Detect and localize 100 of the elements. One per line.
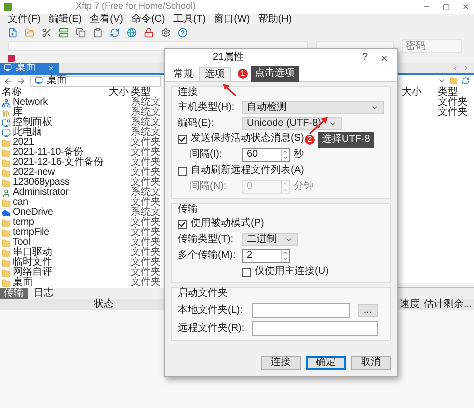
folder-icon [2,258,11,268]
file-name[interactable]: 控制面板 [13,118,52,128]
checkbox-label: 仅使用主连接(U) [255,267,329,277]
file-name[interactable]: 桌面 [13,278,32,288]
file-type: 文件夹 [131,178,162,188]
path-field[interactable]: 桌面 [30,76,161,86]
file-name[interactable]: can [13,198,28,208]
file-type: 系统文 [131,118,162,128]
control-panel-icon [2,118,11,128]
scissors-icon[interactable] [42,28,52,38]
file-name[interactable]: 2022-new [13,168,55,178]
field-label: 编码(E): [178,118,216,128]
spin-up-icon[interactable] [282,149,289,155]
dialog-tab[interactable]: 常规 [169,69,199,81]
globe-icon[interactable] [127,28,137,38]
file-name[interactable]: 串口驱动 [13,248,52,258]
scroll-right-icon[interactable] [463,64,470,72]
scroll-left-icon[interactable] [452,64,459,72]
file-type: 文件夹 [131,168,162,178]
column-header[interactable]: 状态 [94,300,114,310]
checkbox[interactable] [242,268,251,276]
column-header[interactable]: 类型 [131,88,163,98]
menu-item[interactable]: 命令(C) [131,15,166,25]
file-name[interactable]: 2021 [13,138,34,148]
file-name[interactable]: 临时文件 [13,258,52,268]
file-type: 文件夹 [131,218,162,228]
file-name[interactable]: 网络自评 [13,268,52,278]
column-header[interactable]: 估计剩余... [424,300,472,310]
dropdown[interactable]: Unicode (UTF-8) [242,117,342,130]
column-header[interactable]: 大小 [402,88,432,98]
help-button[interactable]: ? [362,53,368,63]
forward-icon[interactable] [17,76,26,86]
close-icon[interactable] [462,3,470,11]
remote-folder-field[interactable] [252,321,378,336]
file-name[interactable]: Network [13,98,48,108]
folder-icon [2,158,11,168]
column-header[interactable]: 速度 [400,300,420,310]
file-type: 系统文 [131,208,162,218]
file-name[interactable]: 2021-11-10-备份 [13,148,84,158]
file-type: 文件夹 [131,198,162,208]
refresh-icon[interactable] [462,77,470,85]
settings-icon[interactable] [161,28,171,38]
file-name[interactable]: Tool [13,238,30,248]
spin-down-icon[interactable] [282,256,289,262]
new-session-icon[interactable] [8,28,18,38]
file-name[interactable]: 库 [13,108,23,118]
clipboard-icon[interactable] [93,28,103,38]
dialog-tab[interactable]: 选项 [199,67,231,81]
menu-item[interactable]: 窗口(W) [214,15,250,25]
dialog-button[interactable]: 确定 [306,356,346,370]
menu-item[interactable]: 文件(F) [8,15,41,25]
dropdown-icon[interactable] [438,77,446,85]
refresh-icon[interactable] [110,28,120,38]
lock-icon[interactable] [144,28,154,38]
file-name[interactable]: temp [13,218,34,228]
column-header[interactable]: 类型 [438,88,468,98]
browse-button[interactable]: ... [358,304,378,317]
spin-down-icon[interactable] [282,155,289,161]
file-type: 文件夹 [131,278,162,288]
app-icon [4,3,12,11]
dialog-button[interactable]: 连接 [261,356,301,370]
copy-icon[interactable] [76,28,86,38]
menu-item[interactable]: 编辑(E) [48,15,82,25]
file-name[interactable]: tempFile [13,228,50,238]
bottom-tab[interactable]: 日志 [30,288,58,299]
bottom-tab[interactable]: 传输 [0,288,28,299]
field-label: 多个传输(M): [178,251,237,261]
maximize-icon[interactable] [443,4,450,10]
checkbox[interactable] [178,134,187,144]
file-name[interactable]: Administrator [13,188,69,198]
column-header[interactable]: 大小 [109,88,131,98]
file-type: 文件夹 [438,98,468,108]
close-icon[interactable] [380,54,389,62]
menu-item[interactable]: 工具(T) [173,15,206,25]
checkbox[interactable] [178,220,187,228]
menu-item[interactable]: 查看(V) [90,15,124,25]
help-icon[interactable] [178,28,188,38]
checkbox-label: 使用被动模式(P) [191,219,264,229]
dropdown[interactable]: 二进制 [242,233,298,246]
server-icon[interactable] [59,28,69,38]
local-folder-field[interactable] [252,303,350,318]
file-name[interactable]: OneDrive [13,208,54,218]
folder-icon[interactable] [25,28,35,38]
column-header[interactable]: 名称 [2,88,109,98]
menu-item[interactable]: 帮助(H) [258,15,292,25]
folder-icon [2,138,11,148]
checkmark-icon [179,220,186,228]
checkbox[interactable] [178,166,187,176]
file-name[interactable]: 123068ypass [13,178,70,188]
session-icon[interactable] [8,54,15,62]
pane-tab[interactable]: 桌面 [0,63,59,73]
spin-field[interactable]: 2 [242,249,290,263]
spin-field[interactable]: 60 [242,148,290,162]
dropdown[interactable]: 自动检测 [242,101,384,114]
dialog-button[interactable]: 取消 [351,356,391,370]
back-icon[interactable] [4,76,13,86]
file-name[interactable]: 2021-12-16-文件备份 [13,158,104,168]
file-name[interactable]: 此电脑 [13,128,42,138]
password-field[interactable]: 密码 [402,39,462,53]
spin-up-icon[interactable] [282,250,289,256]
